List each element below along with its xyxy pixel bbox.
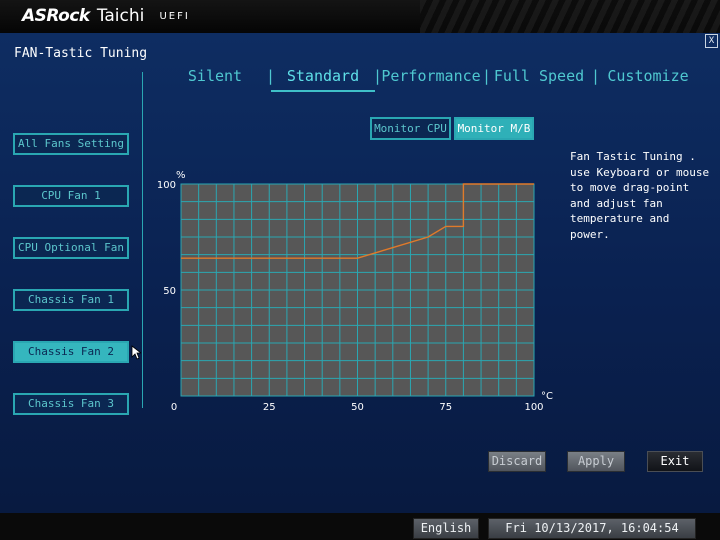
- chart-grid: [181, 184, 534, 396]
- y-unit-label: %: [176, 170, 186, 181]
- x-unit-label: °C: [541, 391, 553, 402]
- x-tick-label: 100: [524, 402, 543, 413]
- x-tick-label: 50: [351, 402, 364, 413]
- apply-button[interactable]: Apply: [567, 451, 625, 472]
- x-tick-label: 25: [263, 402, 276, 413]
- exit-button[interactable]: Exit: [647, 451, 703, 472]
- x-tick-label: 75: [439, 402, 452, 413]
- language-button[interactable]: English: [413, 518, 479, 539]
- y-tick-label: 100: [157, 180, 176, 191]
- y-tick-label: 50: [163, 286, 176, 297]
- status-bar: English Fri 10/13/2017, 16:04:54: [0, 513, 720, 540]
- date-time-display: Fri 10/13/2017, 16:04:54: [488, 518, 696, 539]
- discard-button[interactable]: Discard: [488, 451, 546, 472]
- origin-tick-label: 0: [171, 402, 177, 413]
- help-text: Fan Tastic Tuning . use Keyboard or mous…: [570, 150, 710, 241]
